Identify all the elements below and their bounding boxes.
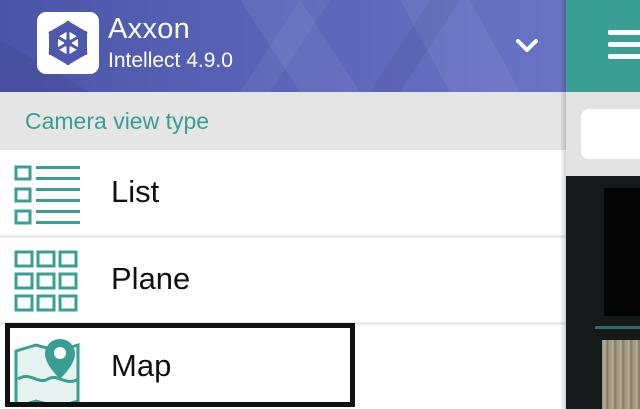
axxon-logo-icon bbox=[37, 12, 99, 74]
camera-tile-divider bbox=[595, 326, 640, 329]
hamburger-menu-icon[interactable] bbox=[608, 24, 640, 64]
drawer-shadow bbox=[560, 0, 566, 409]
selection-highlight bbox=[5, 323, 355, 407]
search-input[interactable] bbox=[581, 109, 640, 159]
app-name: Axxon bbox=[108, 13, 191, 45]
app-version: Intellect 4.9.0 bbox=[108, 49, 233, 72]
list-view-icon bbox=[14, 161, 82, 229]
chevron-down-icon[interactable] bbox=[510, 30, 544, 62]
menu-item-label: List bbox=[111, 174, 160, 209]
camera-tile[interactable] bbox=[604, 188, 640, 316]
section-header: Camera view type bbox=[0, 92, 566, 150]
camera-tile-preview[interactable] bbox=[602, 340, 640, 409]
menu-item-list[interactable]: List bbox=[0, 151, 566, 235]
navigation-drawer: Axxon Intellect 4.9.0 Camera view type L… bbox=[0, 0, 566, 409]
drawer-header: Axxon Intellect 4.9.0 bbox=[0, 0, 566, 92]
section-title: Camera view type bbox=[25, 108, 210, 134]
menu-item-label: Plane bbox=[111, 261, 191, 296]
menu-item-plane[interactable]: Plane bbox=[0, 238, 566, 322]
grid-view-icon bbox=[14, 248, 82, 316]
